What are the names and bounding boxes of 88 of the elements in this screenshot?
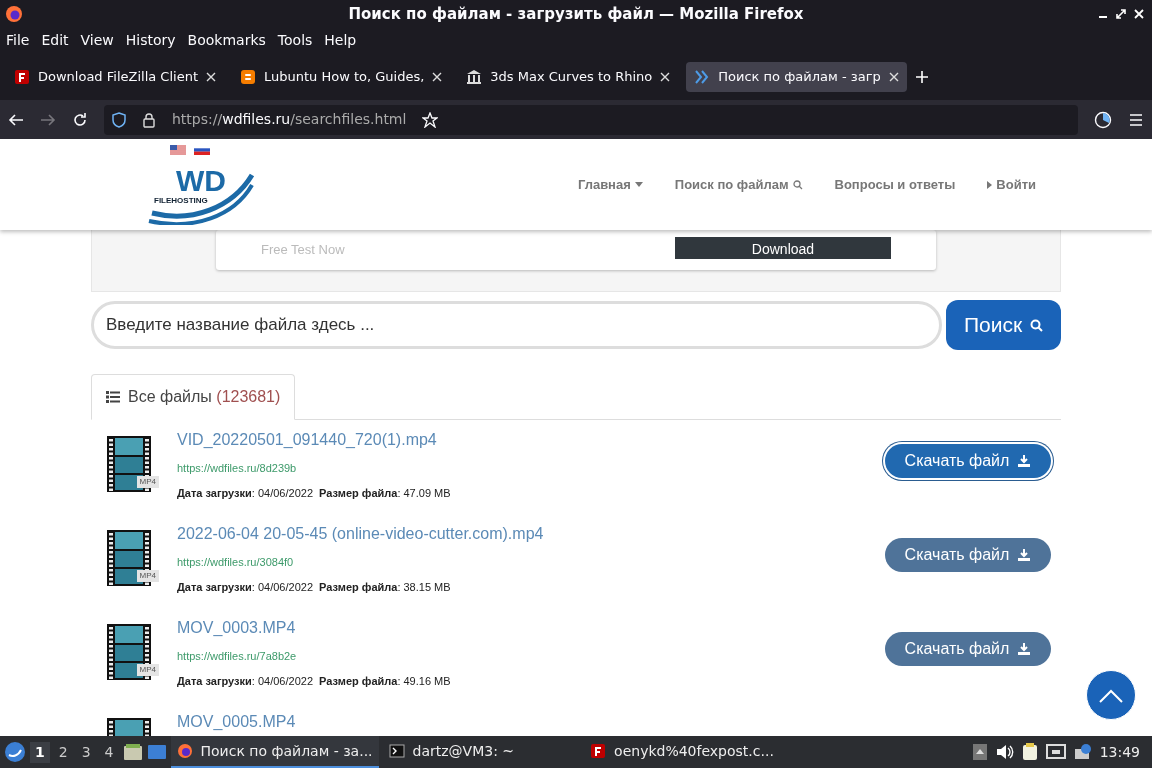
window-title: Поиск по файлам - загрузить файл — Mozilla Firefox [348,3,804,25]
close-icon[interactable] [888,72,899,82]
taskbar-window[interactable]: dartz@VM3: ~ [382,736,521,768]
network-icon[interactable] [1045,744,1066,760]
close-icon[interactable] [206,72,216,82]
workspace-button[interactable]: 1 [30,741,50,763]
url-text: https://wdfiles.ru/searchfiles.html [172,110,407,129]
menu-item[interactable]: Bookmarks [181,29,272,51]
workspace-button[interactable]: 4 [99,741,119,763]
browser-tab[interactable]: 3ds Max Curves to Rhino [458,62,679,92]
back-icon[interactable] [8,111,24,128]
taskbar-window[interactable]: oenykd%40fexpost.c... [584,736,780,768]
chevron-up-icon [1098,687,1124,704]
download-icon [1017,454,1032,468]
browser-logo-icon [176,743,193,759]
file-url-link[interactable]: https://wdfiles.ru/8d239b [177,460,885,477]
caret-icon [634,182,643,187]
file-url-link[interactable]: https://wdfiles.ru/3084f0 [177,554,885,571]
ad-text: Free Test Now [261,241,345,260]
maximize-icon[interactable] [1116,9,1126,19]
browser-tab[interactable]: Lubuntu How to, Guides, [232,62,451,92]
menu-item[interactable]: File [0,29,36,51]
list-icon [106,391,120,403]
download-button[interactable]: Скачать файл [885,632,1051,666]
account-icon[interactable] [1094,110,1112,129]
file-name-link[interactable]: 2022-06-04 20-05-45 (online-video-cutter.com).mp4 [177,522,885,546]
caret-icon [987,180,993,189]
file-name-link[interactable]: MOV_0005.MP4 [177,710,1051,734]
menu-item[interactable]: View [74,29,120,51]
shield-icon [112,111,126,128]
menu-item[interactable]: Edit [35,29,75,51]
chevrons-icon [694,69,711,85]
file-details: Дата загрузки: 04/06/2022 Размер файла: 49.16 MB [177,673,452,689]
nav-link[interactable]: Главная [577,174,643,195]
menu-item[interactable]: Tools [271,29,319,51]
file-url-link[interactable]: https://wdfiles.ru/7a8b2e [177,648,885,665]
nav-link[interactable]: Поиск по файлам [674,174,803,195]
workspace-button[interactable]: 2 [53,741,73,763]
notification-icon[interactable] [1073,743,1092,761]
nav-link[interactable]: Войти [987,174,1036,195]
blog-icon [240,69,256,85]
site-logo[interactable]: WD FILEHOSTING [146,154,256,225]
download-icon [1017,642,1032,656]
menu-icon[interactable] [1128,111,1144,128]
close-icon[interactable] [432,72,443,82]
download-button[interactable]: Скачать файл [885,444,1051,478]
search-button[interactable]: Поиск [946,300,1061,350]
menu-item[interactable]: History [119,29,182,51]
taskbar-window[interactable]: Поиск по файлам - за... [170,736,379,768]
reload-icon[interactable] [72,111,88,128]
bookmark-star-icon[interactable] [422,111,439,128]
columns-icon [466,69,483,85]
app-icon [590,743,607,759]
ad-download-button[interactable]: Download [675,237,891,259]
menu-item[interactable]: Help [318,29,363,51]
desktop-icon[interactable] [146,743,167,761]
nav-link[interactable]: Вопросы и ответы [834,174,956,195]
file-details: Дата загрузки: 04/06/2022 Размер файла: 38.15 MB [177,579,452,595]
file-details: Дата загрузки: 04/06/2022 Размер файла: 47.09 MB [177,485,452,501]
browser-tab[interactable]: Download FileZilla Client [6,62,224,92]
download-button[interactable]: Скачать файл [885,538,1051,572]
start-menu-icon[interactable] [4,741,26,763]
file-name-link[interactable]: VID_20220501_091440_720(1).mp4 [177,428,885,452]
download-icon [1017,548,1032,562]
clipboard-icon[interactable] [1021,743,1038,761]
file-name-link[interactable]: MOV_0003.MP4 [177,616,885,640]
file-type-label: MP4 [136,476,159,488]
search-field[interactable]: Введите название файла здесь ... [91,301,942,349]
clock: 13:49 [1099,742,1140,762]
browser-tab[interactable]: Поиск по файлам - загр [686,62,907,92]
file-type-label: MP4 [136,570,159,582]
close-icon[interactable] [660,72,671,82]
workspace-button[interactable]: 3 [76,741,96,763]
tray-up-icon[interactable] [971,743,988,761]
file-type-label: MP4 [136,664,159,676]
folder-icon[interactable] [122,743,143,761]
flag-icon[interactable] [170,144,186,155]
volume-icon[interactable] [995,744,1014,760]
search-icon [1030,318,1044,332]
files-tab[interactable]: Все файлы (123681) [91,374,296,420]
lock-icon [142,111,156,128]
new-tab-icon[interactable] [914,70,929,84]
app-icon [14,69,30,85]
forward-icon [40,111,56,128]
terminal-icon [388,743,405,759]
address-bar[interactable]: https://wdfiles.ru/searchfiles.html [104,104,1078,135]
browser-logo-icon [5,5,23,23]
search-icon [792,179,803,190]
